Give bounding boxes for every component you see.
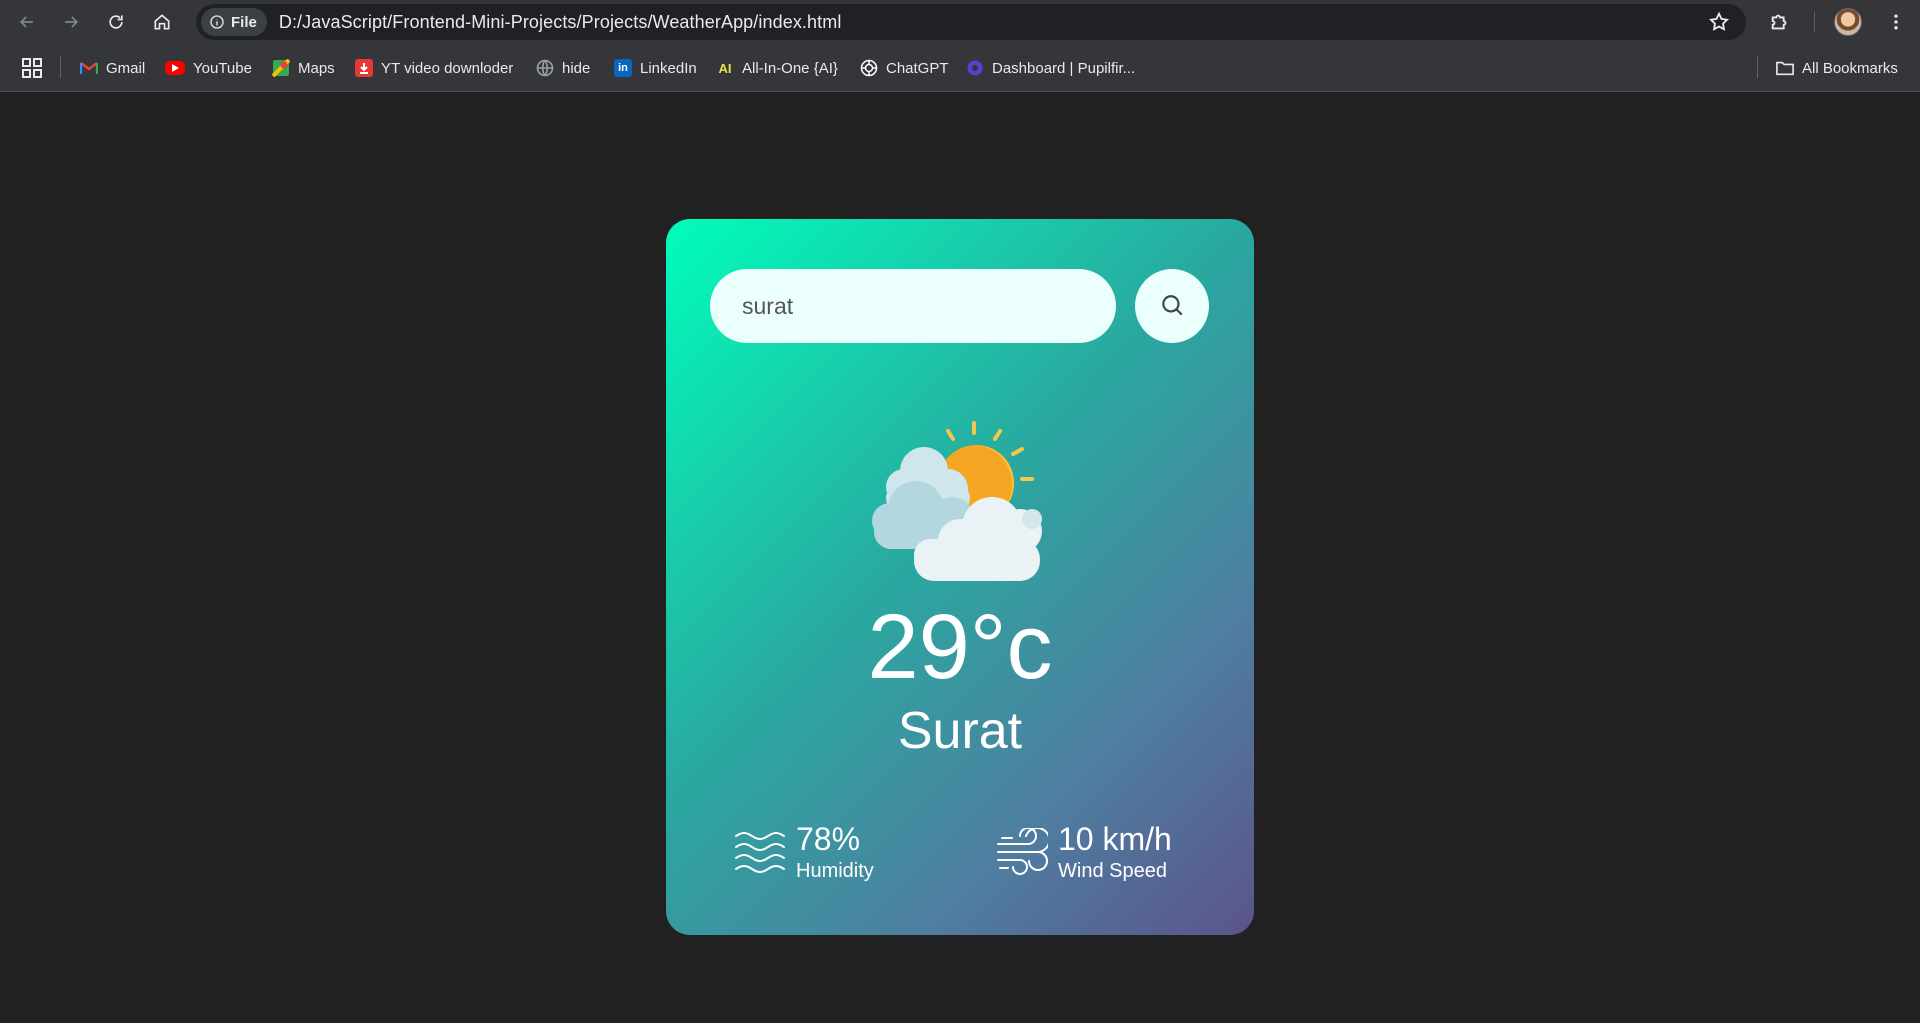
ai-icon: AI — [718, 60, 732, 76]
all-bookmarks-folder[interactable]: All Bookmarks — [1776, 54, 1898, 82]
reload-icon — [109, 15, 123, 29]
search-button[interactable] — [1135, 269, 1209, 343]
temperature-value: 29°c — [867, 596, 1053, 698]
youtube-icon — [165, 61, 185, 75]
browser-menu-button[interactable] — [1878, 4, 1914, 40]
reload-button[interactable] — [98, 4, 134, 40]
download-icon — [355, 59, 373, 77]
bookmark-maps[interactable]: Maps — [272, 54, 335, 82]
bookmark-chatgpt[interactable]: ChatGPT — [860, 54, 949, 82]
profile-avatar[interactable] — [1834, 8, 1862, 36]
bookmark-youtube[interactable]: YouTube — [165, 54, 252, 82]
maps-icon — [272, 59, 290, 77]
arrow-left-icon — [19, 16, 33, 28]
wind-speed-label: Wind Speed — [1058, 860, 1167, 882]
bookmarks-bar: Gmail YouTube Maps YT video downloder hi… — [0, 44, 1920, 92]
bookmarks-divider-right — [1757, 56, 1758, 78]
folder-icon — [1776, 59, 1794, 77]
home-button[interactable] — [144, 4, 180, 40]
chip-label: File — [231, 13, 257, 31]
globe-icon — [536, 59, 554, 77]
wind-detail: 10 km/h Wind Speed — [996, 823, 1172, 881]
humidity-value: 78% — [796, 821, 861, 857]
forward-button[interactable] — [53, 4, 89, 40]
puzzle-icon — [1771, 14, 1787, 30]
wind-speed-value: 10 km/h — [1058, 821, 1172, 857]
humidity-detail: 78% Humidity — [734, 823, 874, 881]
back-button[interactable] — [9, 4, 45, 40]
dashboard-icon — [966, 59, 984, 77]
bookmark-all-in-one-ai[interactable]: AI All-In-One {AI} — [716, 54, 838, 82]
wind-icon — [997, 828, 1048, 875]
browser-toolbar: File D:/JavaScript/Frontend-Mini-Project… — [0, 0, 1920, 44]
site-info-chip[interactable]: File — [201, 8, 267, 36]
apps-grid-icon — [22, 58, 42, 78]
star-icon — [1708, 11, 1730, 31]
bookmark-linkedin[interactable]: in LinkedIn — [614, 54, 697, 82]
city-name: Surat — [897, 702, 1023, 760]
linkedin-icon: in — [614, 59, 632, 77]
more-vertical-icon — [1894, 14, 1898, 30]
info-icon — [210, 15, 224, 29]
extensions-button[interactable] — [1762, 4, 1798, 40]
address-bar[interactable]: File D:/JavaScript/Frontend-Mini-Project… — [196, 4, 1746, 40]
chatgpt-icon — [860, 59, 878, 77]
humidity-label: Humidity — [796, 860, 874, 882]
bookmarks-divider — [60, 56, 61, 78]
city-search-input[interactable] — [710, 269, 1116, 343]
bookmark-yt-downloader[interactable]: YT video downloder — [355, 54, 513, 82]
bookmark-dashboard-pupilfirst[interactable]: Dashboard | Pupilfir... — [966, 54, 1135, 82]
apps-grid-button[interactable] — [20, 56, 44, 80]
url-text[interactable]: D:/JavaScript/Frontend-Mini-Projects/Pro… — [279, 12, 842, 33]
bookmark-hide[interactable]: hide — [536, 54, 590, 82]
home-icon — [154, 14, 170, 30]
bookmark-star-button[interactable] — [1708, 11, 1730, 38]
partly-cloudy-icon — [872, 421, 1042, 581]
search-icon — [1162, 295, 1183, 316]
gmail-icon — [80, 59, 98, 77]
weather-card: 29°c Surat 78% Humidity 10 km/h Wind Spe… — [666, 219, 1254, 935]
humidity-waves-icon — [735, 832, 785, 873]
toolbar-divider — [1814, 12, 1815, 32]
bookmark-gmail[interactable]: Gmail — [80, 54, 145, 82]
arrow-right-icon — [65, 16, 79, 28]
